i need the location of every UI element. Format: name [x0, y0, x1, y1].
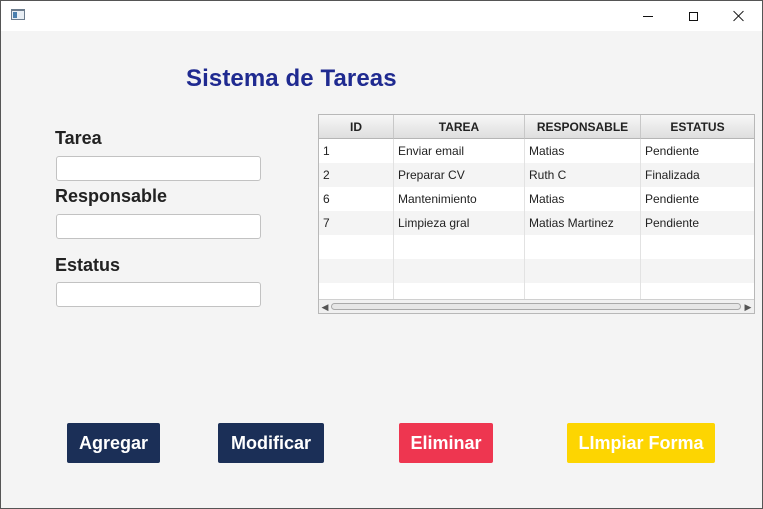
add-button[interactable]: Agregar [67, 423, 160, 463]
cell-estatus: Finalizada [645, 168, 700, 182]
scroll-right-icon[interactable]: ▶ [742, 300, 754, 313]
empty-table-row [319, 235, 754, 259]
cell-responsable: Ruth C [525, 163, 641, 187]
cell-id: 7 [319, 211, 394, 235]
maximize-button[interactable] [670, 1, 716, 31]
empty-cell [525, 259, 641, 283]
clear-form-button[interactable]: LImpiar Forma [567, 423, 715, 463]
cell-responsable: Matias [525, 187, 641, 211]
cell-estatus: Pendiente [645, 192, 700, 206]
table-row[interactable]: 1 Enviar email Matias Pendiente [319, 139, 754, 163]
column-header-tarea[interactable]: TAREA [394, 115, 525, 139]
responsable-input[interactable] [56, 214, 261, 239]
estatus-label: Estatus [55, 255, 121, 275]
app-window: Sistema de Tareas Tarea Responsable Esta… [0, 0, 763, 509]
column-header-responsable[interactable]: RESPONSABLE [525, 115, 641, 139]
tasks-table[interactable]: ID TAREA RESPONSABLE ESTATUS 1 Enviar em… [318, 114, 755, 314]
close-icon [733, 10, 745, 22]
estatus-input[interactable] [56, 282, 261, 307]
minimize-button[interactable] [625, 1, 671, 31]
column-header-id[interactable]: ID [319, 115, 394, 139]
title-bar [1, 1, 762, 31]
app-icon [11, 9, 25, 20]
cell-id: 1 [319, 139, 394, 163]
empty-cell [641, 259, 754, 283]
empty-cell [319, 259, 394, 283]
empty-cell [525, 235, 641, 259]
close-button[interactable] [716, 1, 762, 31]
column-header-estatus[interactable]: ESTATUS [641, 115, 754, 139]
empty-cell [394, 259, 525, 283]
cell-tarea: Preparar CV [394, 163, 525, 187]
tarea-label: Tarea [55, 128, 102, 148]
cell-id: 6 [319, 187, 394, 211]
cell-responsable: Matias [525, 139, 641, 163]
empty-cell [394, 235, 525, 259]
cell-estatus: Pendiente [645, 144, 700, 158]
maximize-icon [688, 11, 698, 21]
cell-id: 2 [319, 163, 394, 187]
delete-button[interactable]: Eliminar [399, 423, 493, 463]
cell-tarea: Mantenimiento [394, 187, 525, 211]
responsable-label: Responsable [55, 186, 168, 206]
tarea-input[interactable] [56, 156, 261, 181]
table-header: ID TAREA RESPONSABLE ESTATUS [319, 115, 754, 139]
table-row[interactable]: 2 Preparar CV Ruth C Finalizada [319, 163, 754, 187]
cell-responsable: Matias Martinez [525, 211, 641, 235]
cell-estatus: Pendiente [645, 216, 700, 230]
cell-tarea: Enviar email [394, 139, 525, 163]
edit-button[interactable]: Modificar [218, 423, 324, 463]
scroll-left-icon[interactable]: ◀ [319, 300, 331, 313]
page-title: Sistema de Tareas [186, 65, 397, 92]
minimize-icon [643, 15, 653, 17]
cell-tarea: Limpieza gral [394, 211, 525, 235]
table-row[interactable]: 6 Mantenimiento Matias Pendiente [319, 187, 754, 211]
table-row[interactable]: 7 Limpieza gral Matias Martinez Pendient… [319, 211, 754, 235]
scrollbar-thumb[interactable] [331, 303, 741, 310]
empty-table-row [319, 259, 754, 283]
empty-cell [641, 235, 754, 259]
horizontal-scrollbar[interactable]: ◀ ▶ [319, 299, 754, 313]
empty-cell [319, 235, 394, 259]
